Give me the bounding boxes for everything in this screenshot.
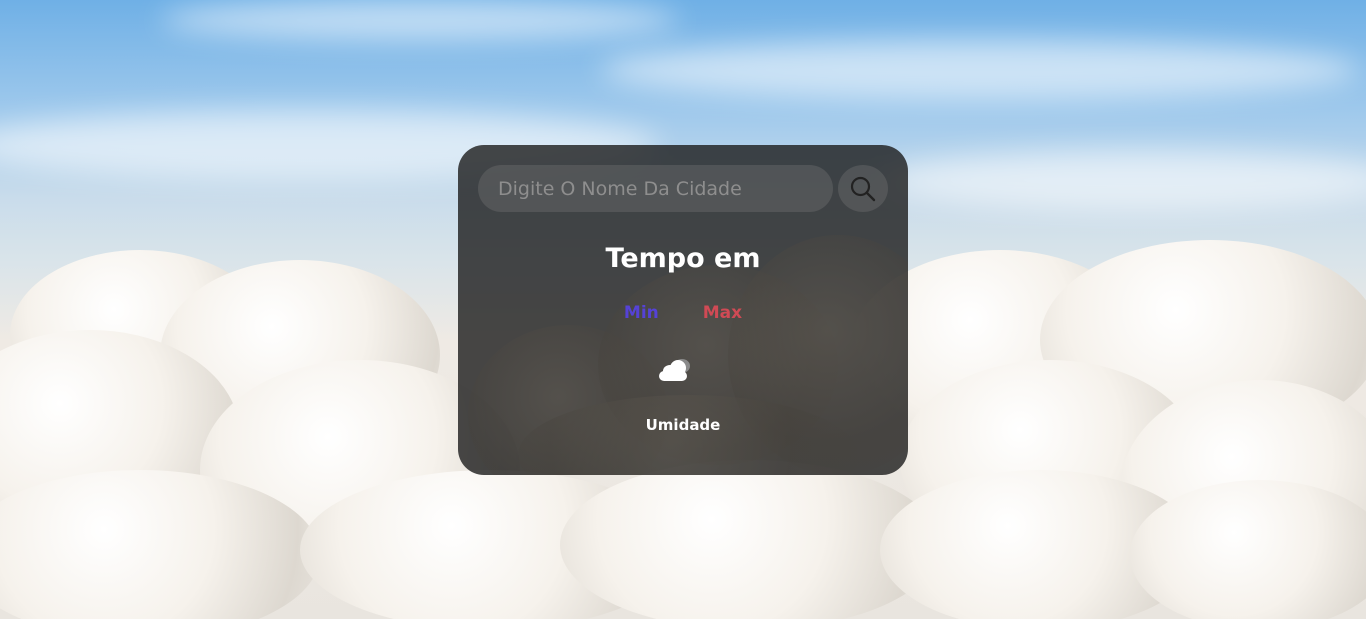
max-temp-label: Max [702, 303, 743, 323]
humidity-label: Umidade [645, 416, 721, 434]
city-search-input[interactable] [478, 165, 833, 212]
min-max-row: Min Max [458, 303, 908, 323]
weather-title: Tempo em [605, 243, 761, 274]
search-icon [850, 176, 876, 202]
search-button[interactable] [838, 165, 888, 212]
min-temp-label: Min [623, 303, 659, 323]
weather-card: Tempo em Min Max Umidade [458, 145, 908, 475]
cloud-icon [659, 359, 690, 381]
search-bar [478, 165, 888, 212]
